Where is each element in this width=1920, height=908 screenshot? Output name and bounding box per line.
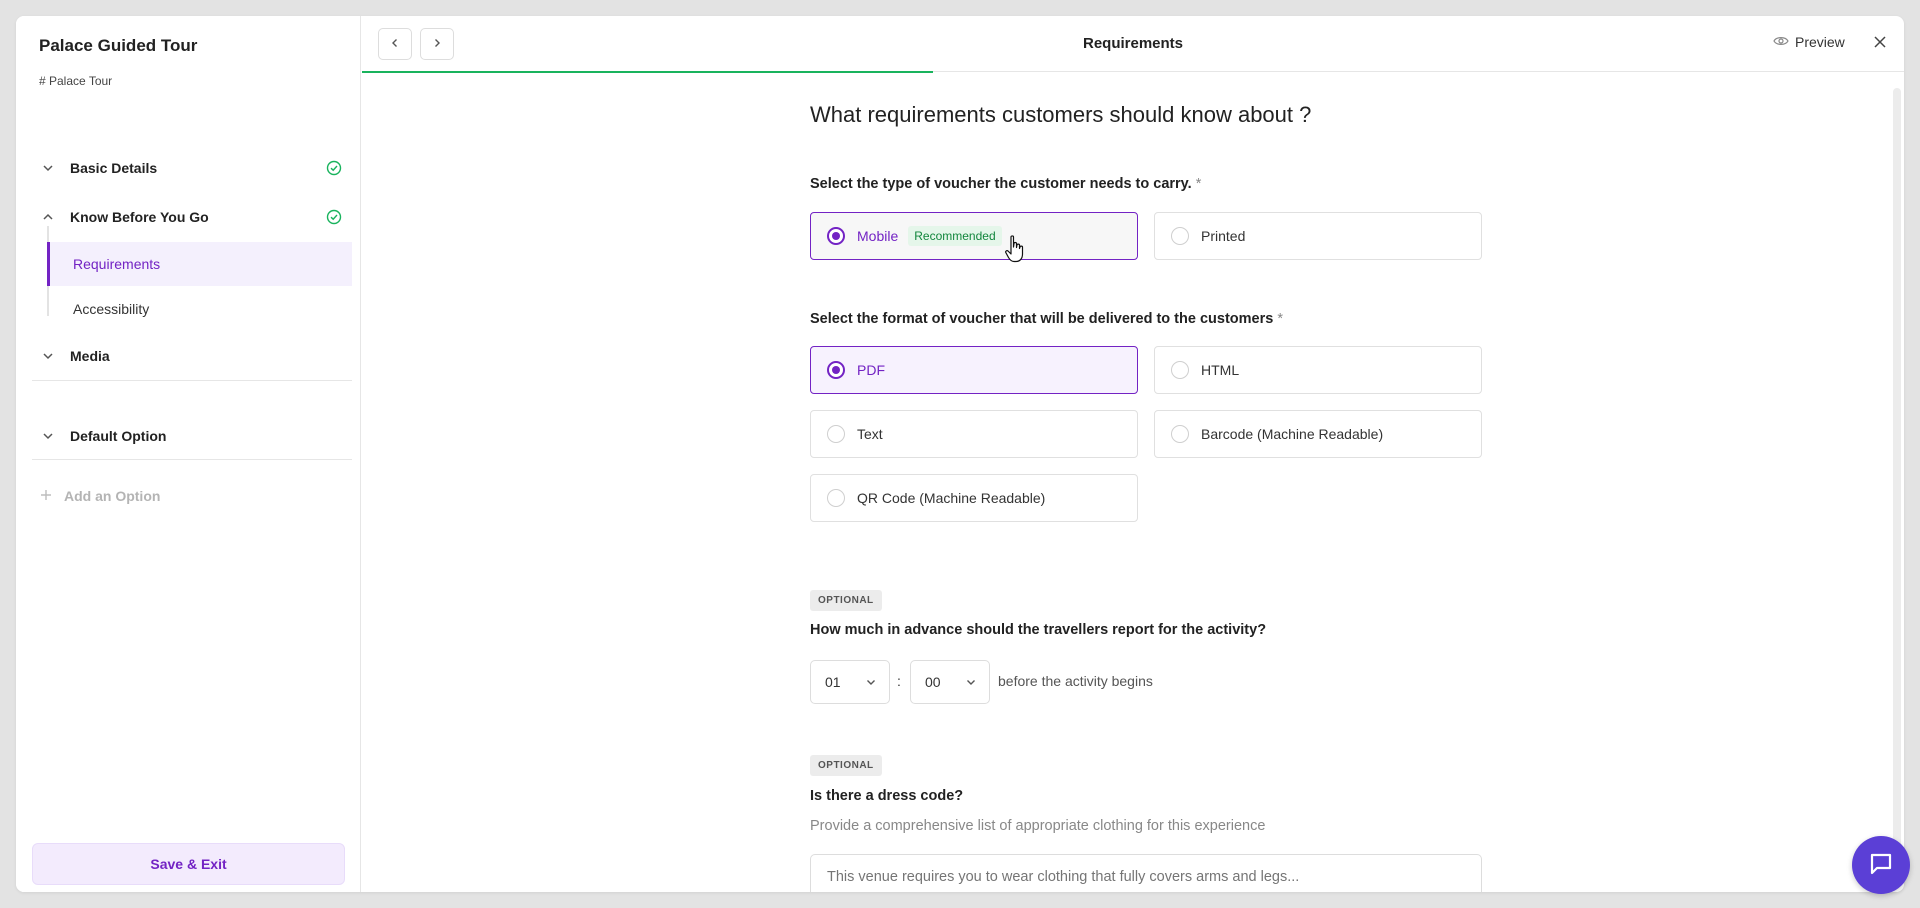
page-title: Requirements xyxy=(1082,35,1184,52)
add-option-button[interactable]: Add an Option xyxy=(40,488,160,504)
eye-icon xyxy=(1773,34,1789,50)
voucher-type-mobile[interactable]: Mobile Recommended xyxy=(810,212,1138,260)
radio[interactable] xyxy=(1171,227,1189,245)
scrollbar-thumb[interactable] xyxy=(1893,88,1901,888)
radio[interactable] xyxy=(827,425,845,443)
chat-support-button[interactable] xyxy=(1852,836,1910,894)
close-button[interactable] xyxy=(1868,32,1892,56)
required-mark: * xyxy=(1195,176,1202,192)
sidebar-item-requirements[interactable]: Requirements xyxy=(47,242,352,286)
time-separator: : xyxy=(897,673,901,689)
top-bar: Requirements Preview xyxy=(362,16,1904,72)
optional-badge: OPTIONAL xyxy=(810,755,882,776)
voucher-format-html[interactable]: HTML xyxy=(1154,346,1482,394)
divider xyxy=(32,380,352,381)
main-panel: Requirements Preview What requirements c… xyxy=(362,16,1904,892)
hand-cursor-icon xyxy=(1004,234,1026,269)
preview-label: Preview xyxy=(1795,34,1845,50)
progress-bar xyxy=(362,71,933,73)
radio[interactable] xyxy=(1171,361,1189,379)
divider xyxy=(32,459,352,460)
radio[interactable] xyxy=(827,489,845,507)
voucher-type-printed[interactable]: Printed xyxy=(1154,212,1482,260)
section-default-option[interactable]: Default Option xyxy=(32,418,352,454)
minutes-select[interactable]: 00 xyxy=(910,660,990,704)
hours-value: 01 xyxy=(825,674,841,690)
product-title: Palace Guided Tour xyxy=(39,36,198,55)
dress-code-input[interactable] xyxy=(810,854,1482,892)
option-label: Mobile xyxy=(857,228,899,244)
chevron-down-icon xyxy=(36,424,60,448)
voucher-format-qr[interactable]: QR Code (Machine Readable) xyxy=(810,474,1138,522)
recommended-badge: Recommended xyxy=(908,226,1002,246)
radio[interactable] xyxy=(1171,425,1189,443)
check-circle-icon xyxy=(324,207,344,227)
dress-code-label: Is there a dress code? xyxy=(810,788,964,804)
sidebar: Palace Guided Tour # Palace Tour Basic D… xyxy=(16,16,361,892)
chevron-down-icon xyxy=(36,344,60,368)
chevron-down-icon xyxy=(865,675,877,691)
section-media[interactable]: Media xyxy=(32,338,352,374)
option-label: Barcode (Machine Readable) xyxy=(1201,426,1384,442)
section-label: Basic Details xyxy=(70,160,158,176)
required-mark: * xyxy=(1277,311,1283,327)
option-label: QR Code (Machine Readable) xyxy=(857,490,1046,506)
voucher-format-barcode[interactable]: Barcode (Machine Readable) xyxy=(1154,410,1482,458)
form-heading: What requirements customers should know … xyxy=(810,102,1312,127)
option-label: HTML xyxy=(1201,362,1240,378)
section-basic-details[interactable]: Basic Details xyxy=(32,150,352,186)
chevron-down-icon xyxy=(36,156,60,180)
option-label: Text xyxy=(857,426,883,442)
voucher-format-pdf[interactable]: PDF xyxy=(810,346,1138,394)
section-know-before-you-go[interactable]: Know Before You Go xyxy=(32,199,352,235)
section-label: Know Before You Go xyxy=(70,209,209,225)
label-text: Select the format of voucher that will b… xyxy=(810,311,1274,327)
chevron-down-icon xyxy=(965,675,977,691)
radio-selected[interactable] xyxy=(827,361,845,379)
save-exit-button[interactable]: Save & Exit xyxy=(32,843,345,885)
preview-button[interactable]: Preview xyxy=(1773,34,1845,50)
close-icon xyxy=(1873,35,1887,54)
radio-selected[interactable] xyxy=(827,227,845,245)
option-label: Printed xyxy=(1201,228,1246,244)
dress-code-hint: Provide a comprehensive list of appropri… xyxy=(810,818,1266,834)
option-label: PDF xyxy=(857,362,885,378)
chat-icon xyxy=(1867,849,1895,882)
advance-label: How much in advance should the traveller… xyxy=(810,622,1267,638)
advance-suffix: before the activity begins xyxy=(998,673,1153,689)
minutes-value: 00 xyxy=(925,674,941,690)
voucher-format-text[interactable]: Text xyxy=(810,410,1138,458)
optional-badge: OPTIONAL xyxy=(810,590,882,611)
app-window: Palace Guided Tour # Palace Tour Basic D… xyxy=(16,16,1904,892)
plus-icon xyxy=(40,488,52,504)
section-label: Default Option xyxy=(70,428,167,444)
voucher-type-label: Select the type of voucher the customer … xyxy=(810,176,1201,192)
voucher-format-label: Select the format of voucher that will b… xyxy=(810,311,1283,327)
section-label: Media xyxy=(70,348,110,364)
add-option-label: Add an Option xyxy=(64,488,161,504)
label-text: Select the type of voucher the customer … xyxy=(810,176,1192,192)
product-tag: # Palace Tour xyxy=(39,74,113,88)
hours-select[interactable]: 01 xyxy=(810,660,890,704)
sidebar-item-accessibility[interactable]: Accessibility xyxy=(47,287,352,331)
check-circle-icon xyxy=(324,158,344,178)
